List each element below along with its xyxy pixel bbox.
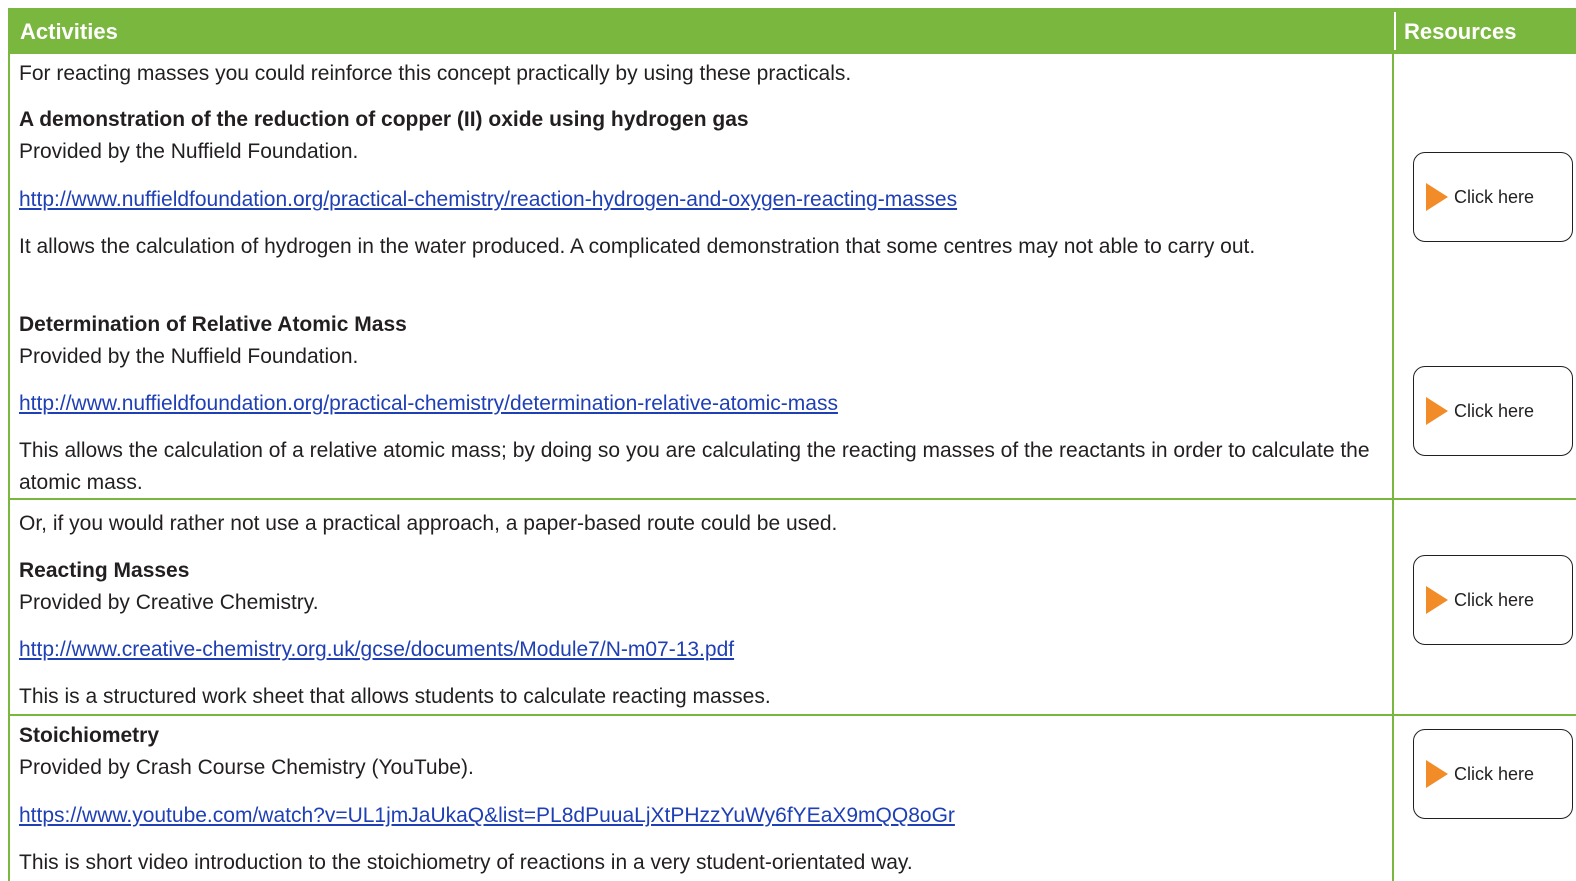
row-divider: [8, 714, 1576, 716]
click-here-button[interactable]: Click here: [1413, 729, 1573, 819]
button-label: Click here: [1454, 589, 1535, 610]
item-provider: Provided by the Nuffield Foundation.: [19, 140, 359, 163]
table-header: Activities Resources: [8, 8, 1576, 54]
item-title: Stoichiometry: [19, 724, 160, 747]
item-link[interactable]: https://www.youtube.com/watch?v=UL1jmJaU…: [19, 800, 955, 832]
item-description: This is a structured work sheet that all…: [19, 685, 771, 708]
item-provider: Provided by Creative Chemistry.: [19, 591, 319, 614]
item-description: It allows the calculation of hydrogen in…: [19, 235, 1256, 258]
item-link[interactable]: http://www.nuffieldfoundation.org/practi…: [19, 184, 957, 216]
item-link[interactable]: http://www.creative-chemistry.org.uk/gcs…: [19, 634, 734, 666]
click-here-button[interactable]: Click here: [1413, 555, 1573, 645]
button-label: Click here: [1454, 186, 1535, 207]
item-title: Determination of Relative Atomic Mass: [19, 313, 407, 336]
resource-table: Activities Resources For reacting masses…: [0, 0, 1576, 881]
item-title: Reacting Masses: [19, 559, 190, 582]
play-arrow-icon: [1426, 586, 1448, 614]
play-arrow-icon: [1426, 760, 1448, 788]
click-here-button[interactable]: Click here: [1413, 152, 1573, 242]
button-label: Click here: [1454, 763, 1535, 784]
section1-intro: For reacting masses you could reinforce …: [19, 62, 852, 85]
activities-heading: Activities: [20, 19, 118, 44]
section2-intro: Or, if you would rather not use a practi…: [19, 512, 838, 535]
column-divider: [1392, 54, 1394, 881]
item-provider: Provided by the Nuffield Foundation.: [19, 345, 359, 368]
item-description: This allows the calculation of a relativ…: [19, 439, 1370, 494]
item-provider: Provided by Crash Course Chemistry (YouT…: [19, 756, 474, 779]
item-description: This is short video introduction to the …: [19, 851, 913, 874]
resources-heading: Resources: [1404, 19, 1517, 44]
button-label: Click here: [1454, 400, 1535, 421]
left-border: [8, 54, 10, 881]
header-divider: [1394, 12, 1396, 50]
item-title: A demonstration of the reduction of copp…: [19, 108, 749, 131]
click-here-button[interactable]: Click here: [1413, 366, 1573, 456]
play-arrow-icon: [1426, 397, 1448, 425]
play-arrow-icon: [1426, 183, 1448, 211]
item-link[interactable]: http://www.nuffieldfoundation.org/practi…: [19, 388, 838, 420]
